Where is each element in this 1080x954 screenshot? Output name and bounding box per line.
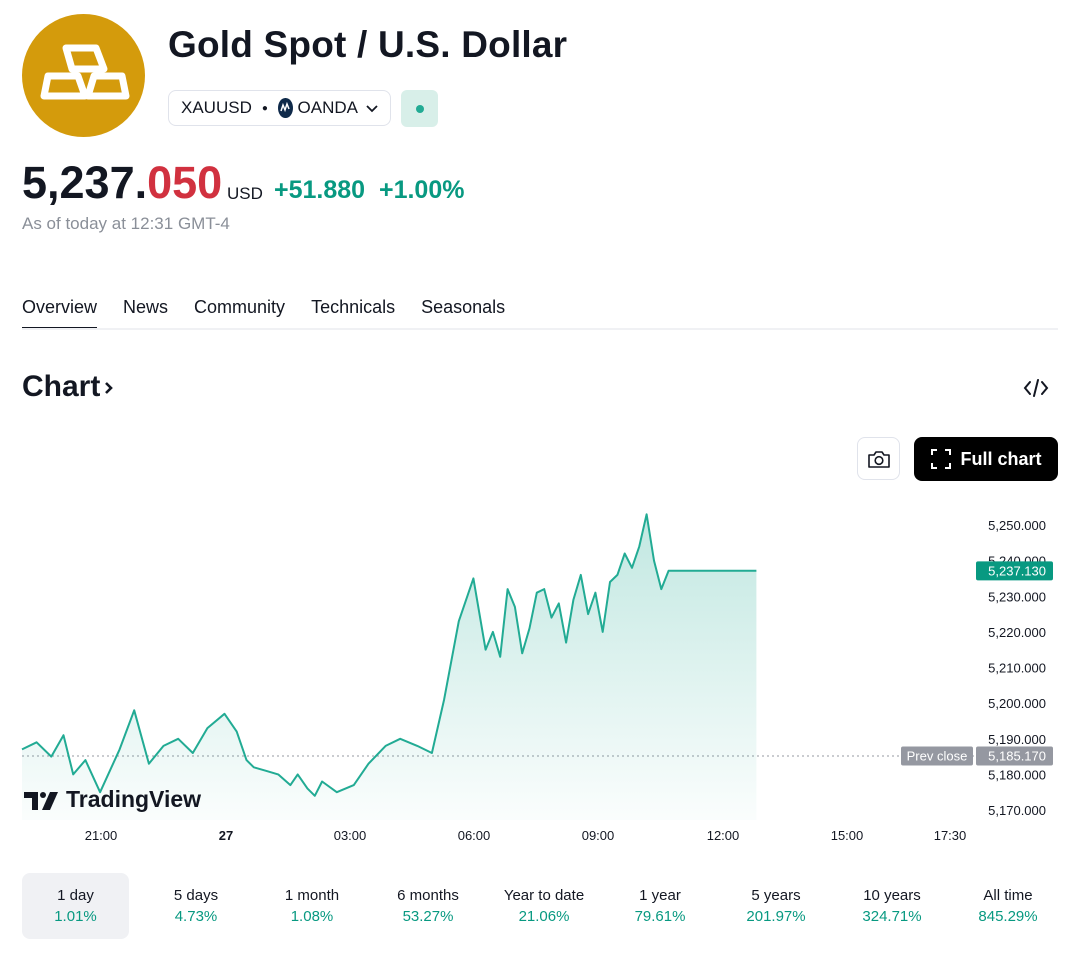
svg-text:5,237.130: 5,237.130 — [988, 563, 1046, 578]
x-axis-tick-label: 27 — [219, 828, 233, 843]
range-label: 5 days — [173, 887, 219, 904]
y-axis-tick-label: 5,230.000 — [988, 589, 1046, 604]
chevron-right-icon — [105, 382, 114, 394]
symbol-ticker: XAUUSD — [181, 98, 252, 117]
y-axis-tick-label: 5,200.000 — [988, 696, 1046, 711]
y-axis-tick-label: 5,210.000 — [988, 661, 1046, 676]
camera-icon — [867, 450, 890, 468]
range-label: 1 day — [57, 887, 94, 904]
range-1-month[interactable]: 1 month 1.08% — [254, 873, 370, 939]
chart-heading: Chart — [22, 370, 101, 403]
range-1-day[interactable]: 1 day 1.01% — [22, 873, 129, 939]
svg-text:Prev close: Prev close — [907, 748, 968, 763]
range-label: 1 month — [284, 887, 340, 904]
oanda-icon — [277, 98, 293, 118]
tab-seasonals[interactable]: Seasonals — [421, 297, 505, 330]
range-10-years[interactable]: 10 years 324.71% — [834, 873, 950, 939]
x-axis-tick-label: 03:00 — [334, 828, 367, 843]
chart-heading-link[interactable]: Chart — [22, 370, 115, 404]
symbol-exchange-selector[interactable]: XAUUSD ● OANDA — [168, 90, 391, 126]
range-selector: 1 day 1.01% 5 days 4.73% 1 month 1.08% 6 mo… — [22, 873, 1066, 939]
market-status-indicator[interactable] — [401, 90, 438, 127]
tradingview-logo-icon — [24, 791, 58, 810]
last-price: 5,237.050 — [22, 160, 222, 205]
tab-community[interactable]: Community — [194, 297, 285, 330]
tab-bar: Overview News Community Technicals Seaso… — [22, 297, 531, 330]
tab-news[interactable]: News — [123, 297, 168, 330]
range-percent: 1.01% — [54, 908, 97, 925]
change-value: +51.880 — [274, 176, 366, 204]
x-axis-tick-label: 06:00 — [458, 828, 491, 843]
range-percent: 201.97% — [746, 908, 806, 925]
tab-overview[interactable]: Overview — [22, 297, 98, 330]
range-percent: 53.27% — [402, 908, 454, 925]
y-axis-tick-label: 5,190.000 — [988, 732, 1046, 747]
range-percent: 845.29% — [978, 908, 1038, 925]
change-percent: +1.00% — [378, 176, 465, 204]
separator-dot: ● — [261, 102, 268, 114]
price-integer: 5,237. — [22, 157, 148, 208]
range-all-time[interactable]: All time 845.29% — [950, 873, 1066, 939]
price-currency: USD — [227, 184, 263, 203]
symbol-title: Gold Spot / U.S. Dollar — [168, 24, 568, 65]
as-of-timestamp: As of today at 12:31 GMT-4 — [22, 214, 230, 233]
full-chart-label: Full chart — [960, 448, 1042, 469]
tab-technicals[interactable]: Technicals — [311, 297, 395, 330]
price-change: +51.880 +1.00% — [274, 176, 464, 205]
y-axis-tick-label: 5,170.000 — [988, 803, 1046, 818]
y-axis-tick-label: 5,180.000 — [988, 767, 1046, 782]
exchange-name: OANDA — [297, 98, 358, 117]
snapshot-button[interactable] — [857, 437, 900, 480]
embed-code-button[interactable] — [1022, 376, 1050, 400]
x-axis-tick-label: 15:00 — [831, 828, 864, 843]
x-axis-tick-label: 12:00 — [707, 828, 740, 843]
fullscreen-icon — [931, 449, 952, 469]
range-year-to-date[interactable]: Year to date 21.06% — [486, 873, 602, 939]
range-label: All time — [983, 887, 1033, 904]
tradingview-watermark: TradingView — [24, 786, 201, 813]
code-icon — [1023, 379, 1049, 397]
range-percent: 4.73% — [174, 908, 218, 925]
prev-close-tag: Prev close 5,185.170 — [901, 746, 1053, 766]
chevron-down-icon — [366, 98, 378, 118]
range-percent: 21.06% — [518, 908, 570, 925]
market-open-dot — [415, 104, 424, 113]
gold-bars-logo — [22, 14, 145, 137]
price-decimals: 050 — [147, 157, 223, 208]
range-label: 10 years — [863, 887, 921, 904]
range-percent: 324.71% — [862, 908, 922, 925]
range-label: 6 months — [397, 887, 459, 904]
range-5-days[interactable]: 5 days 4.73% — [138, 873, 254, 939]
range-1-year[interactable]: 1 year 79.61% — [602, 873, 718, 939]
y-axis-tick-label: 5,250.000 — [988, 518, 1046, 533]
x-axis-tick-label: 21:00 — [85, 828, 118, 843]
range-label: Year to date — [503, 887, 585, 904]
watermark-text: TradingView — [66, 786, 202, 812]
full-chart-button[interactable]: Full chart — [914, 437, 1058, 481]
x-axis-tick-label: 09:00 — [582, 828, 615, 843]
range-label: 5 years — [751, 887, 801, 904]
tab-divider — [22, 328, 1058, 330]
range-5-years[interactable]: 5 years 201.97% — [718, 873, 834, 939]
gold-bars-icon — [40, 44, 130, 100]
range-label: 1 year — [639, 887, 681, 904]
range-6-months[interactable]: 6 months 53.27% — [370, 873, 486, 939]
range-percent: 79.61% — [634, 908, 686, 925]
y-axis-tick-label: 5,220.000 — [988, 625, 1046, 640]
x-axis-tick-label: 17:30 — [934, 828, 967, 843]
svg-text:5,185.170: 5,185.170 — [988, 748, 1046, 763]
price-area — [22, 514, 757, 820]
last-price-tag: 5,237.130 — [976, 561, 1053, 581]
range-percent: 1.08% — [290, 908, 334, 925]
